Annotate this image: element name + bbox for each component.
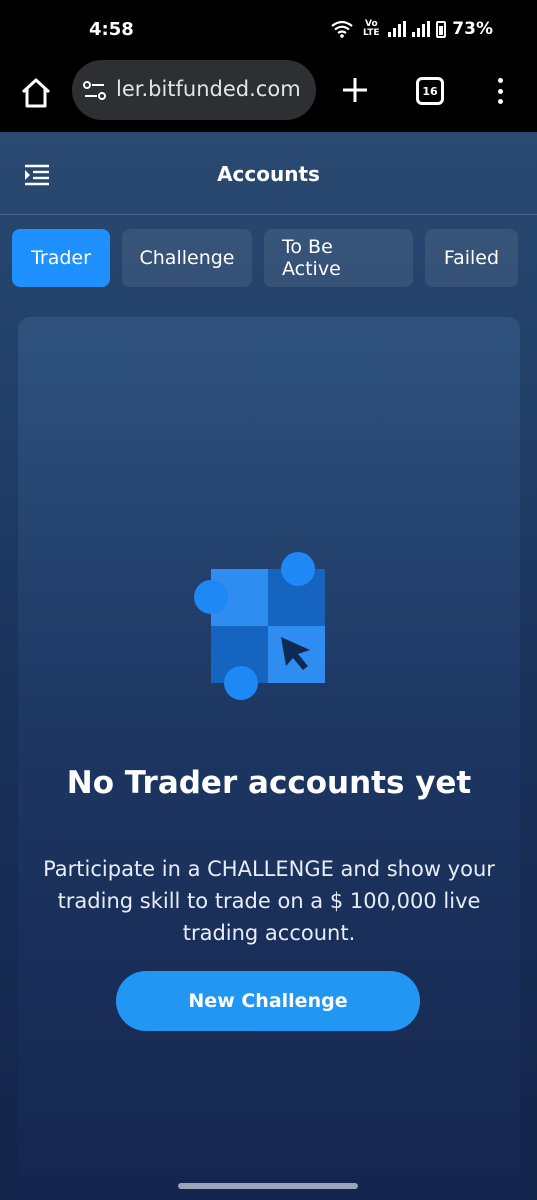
gesture-navigation-bar[interactable] [178, 1183, 358, 1189]
status-bar: 4:58 Vo LTE 73% [0, 0, 537, 60]
browser-toolbar: ler.bitfunded.com 16 [0, 60, 537, 132]
status-time: 4:58 [89, 19, 134, 40]
new-challenge-button[interactable]: New Challenge [116, 971, 420, 1031]
site-settings-icon[interactable] [82, 78, 108, 104]
empty-state-description: Participate in a CHALLENGE and show your… [43, 857, 495, 945]
empty-state-card: No Trader accounts yet Participate in a … [18, 317, 520, 1200]
plus-icon[interactable] [340, 75, 370, 105]
volte-indicator: Vo LTE [360, 20, 382, 38]
tab-failed[interactable]: Failed [425, 229, 518, 287]
address-bar[interactable]: ler.bitfunded.com [72, 60, 316, 120]
tab-challenge[interactable]: Challenge [122, 229, 252, 287]
wifi-icon [331, 20, 353, 38]
signal-2-icon [412, 21, 431, 37]
home-icon[interactable] [18, 75, 54, 111]
app-header: Accounts [0, 132, 537, 215]
volte-bottom-text: LTE [363, 28, 380, 38]
battery-icon [436, 20, 447, 38]
app-content: Accounts Trader Challenge To Be Active F… [0, 132, 537, 1200]
tab-to-be-active[interactable]: To Be Active [264, 229, 413, 287]
signal-icon [388, 21, 407, 37]
more-menu-icon[interactable] [492, 75, 508, 107]
tab-trader[interactable]: Trader [12, 229, 110, 287]
account-tabs: Trader Challenge To Be Active Failed [12, 229, 518, 287]
tab-switcher-button[interactable]: 16 [416, 77, 444, 105]
empty-accounts-illustration [194, 552, 325, 700]
tab-count: 16 [422, 84, 438, 98]
status-icons: Vo LTE 73% [330, 19, 493, 39]
empty-state-title: No Trader accounts yet [66, 765, 472, 801]
battery-percent: 73% [452, 19, 493, 39]
url-text[interactable]: ler.bitfunded.com [116, 77, 306, 101]
page-title: Accounts [217, 162, 320, 186]
